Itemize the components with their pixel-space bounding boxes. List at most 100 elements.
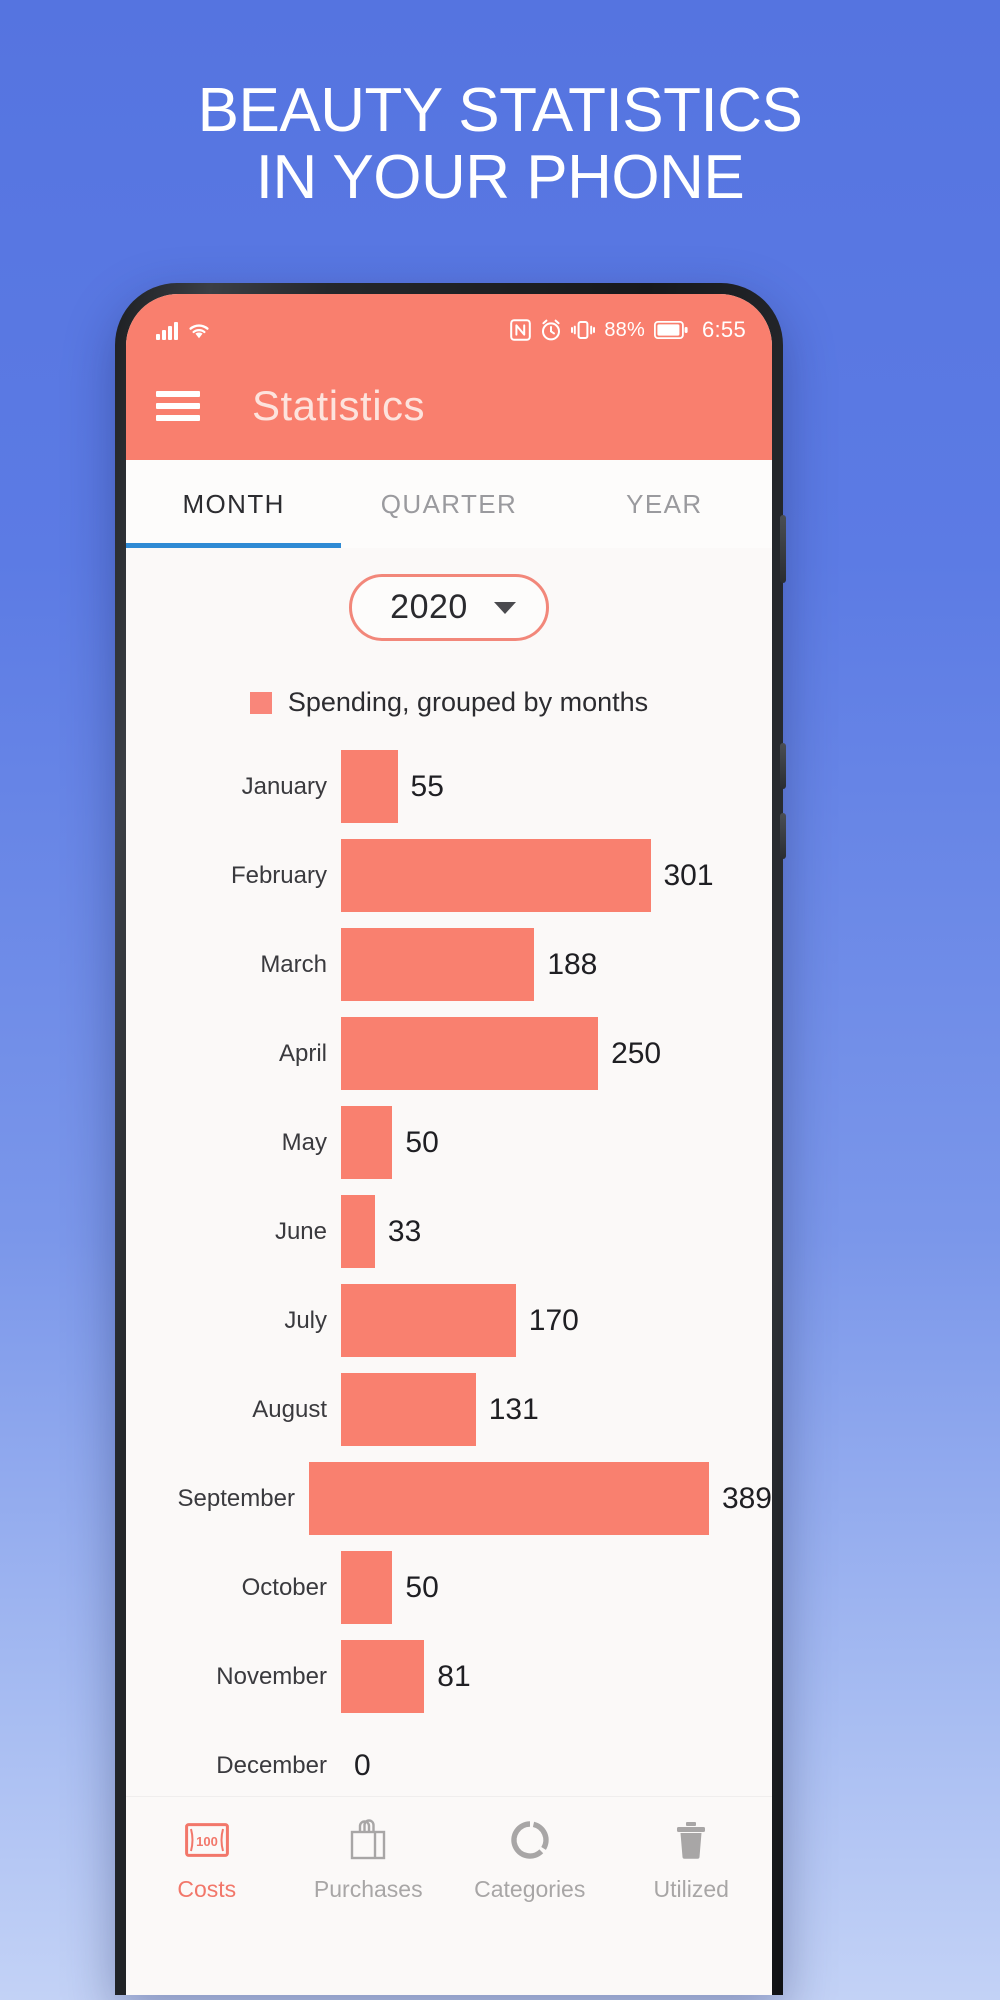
chart-bar-area: 131 bbox=[341, 1365, 772, 1454]
bottom-navigation: 100 Costs Purchases Categories Utilized bbox=[126, 1796, 772, 1926]
legend-label: Spending, grouped by months bbox=[287, 687, 649, 717]
chart-bar[interactable] bbox=[308, 1462, 709, 1535]
chart-row: April 250 bbox=[126, 1009, 772, 1098]
chart-row: February 301 bbox=[126, 831, 772, 920]
chart-value-label: 50 bbox=[405, 1125, 439, 1159]
chart-bar[interactable] bbox=[341, 1195, 375, 1268]
chart-row: October 50 bbox=[126, 1543, 772, 1632]
nav-item-utilized[interactable]: Utilized bbox=[611, 1817, 773, 1903]
nav-item-purchases[interactable]: Purchases bbox=[288, 1817, 450, 1903]
chart-bar-area: 55 bbox=[341, 742, 772, 831]
chart-bar-area: 50 bbox=[341, 1543, 772, 1632]
chart-bar[interactable] bbox=[341, 1106, 393, 1179]
chart-bar-area: 188 bbox=[341, 920, 772, 1009]
chart-category-label: September bbox=[177, 1484, 295, 1512]
chart-category-label: April bbox=[278, 1039, 327, 1067]
statistics-content: 2020 Spending, grouped by months January… bbox=[126, 548, 772, 1926]
chart-value-label: 389 bbox=[721, 1481, 772, 1515]
nav-label-utilized: Utilized bbox=[653, 1876, 729, 1902]
chart-category-label: July bbox=[284, 1306, 327, 1334]
phone-power-button[interactable] bbox=[780, 515, 786, 583]
chart-bar[interactable] bbox=[341, 750, 398, 823]
banknote-100-icon: 100 bbox=[184, 1817, 230, 1863]
hamburger-menu-icon[interactable] bbox=[156, 385, 200, 427]
chart-bar[interactable] bbox=[341, 1284, 516, 1357]
headline-line-2: IN YOUR PHONE bbox=[255, 142, 745, 212]
chart-row: November 81 bbox=[126, 1632, 772, 1721]
legend-color-swatch bbox=[249, 691, 272, 714]
nav-item-categories[interactable]: Categories bbox=[449, 1817, 611, 1903]
chart-bar[interactable] bbox=[341, 928, 535, 1001]
trash-bin-icon bbox=[668, 1817, 714, 1863]
shopping-bag-icon bbox=[345, 1817, 391, 1863]
status-bar-clock: 6:55 bbox=[701, 317, 746, 342]
chart-category-label: January bbox=[241, 772, 327, 800]
phone-volume-down-button[interactable] bbox=[780, 813, 786, 859]
chart-value-label: 250 bbox=[611, 1036, 662, 1070]
year-select-value: 2020 bbox=[390, 588, 468, 626]
chart-row: July 170 bbox=[126, 1276, 772, 1365]
phone-screen: 88% 6:55 Statistics MONTH QUARTER YEAR 2… bbox=[126, 294, 772, 1995]
wifi-icon bbox=[189, 324, 209, 339]
svg-text:100: 100 bbox=[196, 1834, 218, 1849]
phone-mockup: 88% 6:55 Statistics MONTH QUARTER YEAR 2… bbox=[115, 283, 786, 1995]
chart-bar-area: 33 bbox=[341, 1187, 772, 1276]
promo-headline: BEAUTY STATISTICS IN YOUR PHONE bbox=[0, 76, 1000, 212]
app-bar: Statistics bbox=[126, 352, 772, 460]
battery-percent-label: 88% bbox=[604, 318, 645, 341]
chart-bar-area: 250 bbox=[341, 1009, 772, 1098]
tab-quarter[interactable]: QUARTER bbox=[341, 460, 556, 548]
chart-bar[interactable] bbox=[341, 1017, 599, 1090]
status-bar-right: 88% 6:55 bbox=[510, 317, 746, 343]
chart-category-label: August bbox=[252, 1395, 327, 1423]
year-select[interactable]: 2020 bbox=[349, 574, 549, 641]
chart-row: March 188 bbox=[126, 920, 772, 1009]
status-bar-left bbox=[156, 320, 212, 340]
chart-bar[interactable] bbox=[341, 839, 651, 912]
chart-bar-area: 81 bbox=[341, 1632, 772, 1721]
chart-value-label: 50 bbox=[405, 1570, 439, 1604]
page-title: Statistics bbox=[252, 382, 426, 429]
chart-category-label: October bbox=[241, 1573, 327, 1601]
chart-row: August 131 bbox=[126, 1365, 772, 1454]
chart-value-label: 301 bbox=[663, 858, 714, 892]
chart-category-label: March bbox=[260, 950, 327, 978]
chart-category-label: February bbox=[230, 861, 327, 889]
chart-bar[interactable] bbox=[341, 1373, 476, 1446]
tab-year[interactable]: YEAR bbox=[557, 460, 772, 548]
tab-month[interactable]: MONTH bbox=[126, 460, 342, 548]
chart-bar-area: 301 bbox=[341, 831, 772, 920]
vibrate-icon bbox=[571, 321, 596, 339]
status-bar: 88% 6:55 bbox=[126, 294, 772, 352]
chart-legend: Spending, grouped by months bbox=[126, 687, 772, 718]
chart-category-label: November bbox=[216, 1662, 327, 1690]
spending-bar-chart: January 55 February 301 March 188 April 250 May 5… bbox=[126, 742, 772, 1810]
chart-value-label: 188 bbox=[547, 947, 598, 981]
phone-volume-up-button[interactable] bbox=[780, 743, 786, 789]
chart-bar[interactable] bbox=[341, 1640, 425, 1713]
chart-category-label: December bbox=[216, 1751, 327, 1779]
nav-label-costs: Costs bbox=[177, 1876, 237, 1902]
chart-category-label: May bbox=[281, 1128, 327, 1156]
donut-chart-icon bbox=[507, 1817, 553, 1863]
year-selector-row: 2020 bbox=[126, 548, 772, 641]
period-tab-bar: MONTH QUARTER YEAR bbox=[126, 460, 772, 548]
nav-label-categories: Categories bbox=[474, 1876, 586, 1902]
chart-value-label: 33 bbox=[387, 1214, 422, 1248]
chart-bar[interactable] bbox=[341, 1551, 393, 1624]
headline-line-1: BEAUTY STATISTICS bbox=[197, 76, 803, 145]
chart-value-label: 81 bbox=[437, 1659, 471, 1693]
nav-item-costs[interactable]: 100 Costs bbox=[126, 1817, 288, 1903]
chart-row: January 55 bbox=[126, 742, 772, 831]
battery-icon bbox=[653, 321, 688, 339]
chart-row: June 33 bbox=[126, 1187, 772, 1276]
chart-value-label: 55 bbox=[410, 769, 444, 803]
signal-bars-icon bbox=[156, 321, 178, 340]
chart-bar-area: 50 bbox=[341, 1098, 772, 1187]
chart-row: May 50 bbox=[126, 1098, 772, 1187]
alarm-clock-icon bbox=[542, 319, 561, 341]
chart-value-label: 170 bbox=[528, 1303, 579, 1337]
chart-category-label: June bbox=[274, 1217, 327, 1245]
nfc-icon bbox=[510, 319, 532, 341]
chart-bar-area: 389 bbox=[308, 1454, 772, 1543]
